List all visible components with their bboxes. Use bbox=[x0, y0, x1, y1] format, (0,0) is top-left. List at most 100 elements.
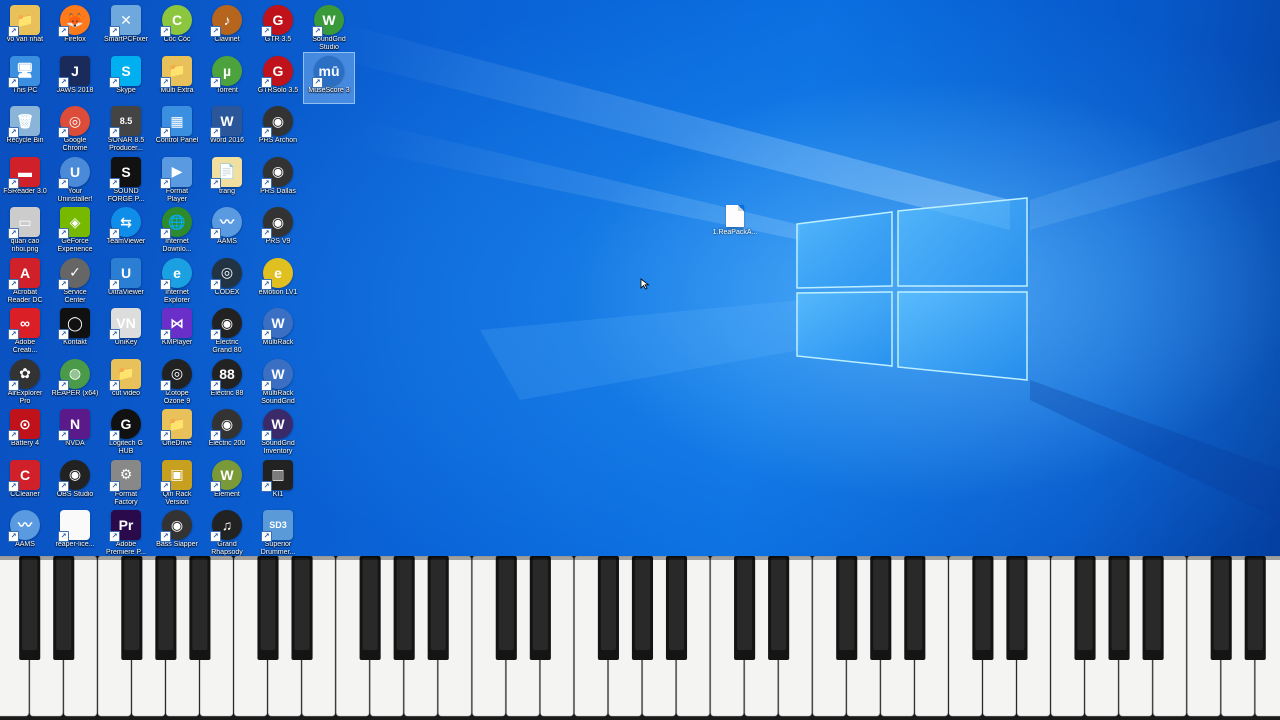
desktop-shortcut[interactable]: 📁 ↗ vo van nhat bbox=[0, 2, 50, 52]
desktop-shortcut[interactable]: ◉ ↗ PRS Dallas bbox=[253, 154, 303, 204]
shortcut-label-line2: nhoi.png bbox=[11, 246, 39, 253]
desktop-shortcut[interactable]: C ↗ Cốc Cốc bbox=[152, 2, 202, 52]
obs-icon: ◉ ↗ bbox=[58, 459, 90, 492]
desktop-shortcut[interactable]: ▦ ↗ Control Panel bbox=[152, 103, 202, 153]
desktop-shortcut[interactable]: ◍ ↗ REAPER (x64) bbox=[50, 356, 100, 406]
piano-keyboard-overlay bbox=[0, 556, 1280, 720]
desktop-shortcut[interactable]: mū ↗ MuseScore 3 bbox=[303, 51, 355, 104]
desktop-shortcut[interactable]: W ↗ MultiRack bbox=[253, 305, 303, 355]
desktop-shortcut[interactable]: W ↗ SoundGrid Studio bbox=[304, 2, 354, 52]
desktop-shortcut[interactable]: ⇆ ↗ TeamViewer bbox=[101, 204, 151, 254]
icon-glyph: 〰 bbox=[220, 214, 234, 230]
desktop-shortcut[interactable]: ◎ ↗ Google Chrome bbox=[50, 103, 100, 153]
desktop-shortcut[interactable]: U ↗ UltraViewer bbox=[101, 255, 151, 305]
icon-glyph: ◎ bbox=[220, 264, 234, 280]
piano-keys bbox=[0, 556, 1280, 717]
desktop-shortcut[interactable]: ↗ reaper-lice... bbox=[50, 507, 100, 556]
desktop-shortcut[interactable]: 88 ↗ Electric 88 bbox=[202, 356, 252, 406]
desktop-shortcut[interactable]: ⚙ ↗ Format Factory bbox=[101, 457, 151, 507]
shortcut-label-line2: Reader DC bbox=[7, 296, 43, 304]
desktop-shortcut[interactable]: N ↗ NVDA bbox=[50, 406, 100, 456]
shortcut-arrow-icon: ↗ bbox=[8, 76, 19, 88]
desktop-file-reapack[interactable]: 1.ReaPackA... bbox=[708, 205, 762, 245]
icon-glyph: SD3 bbox=[269, 520, 287, 530]
desktop-shortcut[interactable]: W ↗ MultiRack SoundGrid bbox=[253, 356, 303, 406]
desktop-shortcut[interactable]: ▭ ↗ quan cao nhoi.png bbox=[0, 204, 50, 254]
desktop-shortcut[interactable]: e ↗ Internet Explorer bbox=[152, 255, 202, 305]
desktop-shortcut[interactable]: S ↗ Skype bbox=[101, 53, 151, 103]
desktop-shortcut[interactable]: ✓ ↗ Service Center bbox=[50, 255, 100, 305]
icon-glyph: ▥ bbox=[271, 466, 285, 482]
soundforge-icon: S ↗ bbox=[109, 156, 141, 189]
desktop-shortcut[interactable]: ◉ ↗ Electric Grand 80 bbox=[202, 305, 252, 355]
desktop-shortcut[interactable]: ◉ ↗ PRS V9 bbox=[253, 204, 303, 254]
desktop-shortcut[interactable]: J ↗ JAWS 2018 bbox=[50, 53, 100, 103]
desktop-shortcut[interactable]: ▣ ↗ Qin Rack Version bbox=[152, 457, 202, 507]
format-player-icon: ▶ ↗ bbox=[160, 156, 192, 189]
shortcut-arrow-icon: ↗ bbox=[109, 531, 120, 542]
desktop-shortcut[interactable]: 🌐 ↗ Internet Downlo... bbox=[152, 204, 202, 254]
desktop-shortcut[interactable]: U ↗ Your Uninstaller! bbox=[50, 154, 100, 204]
desktop-shortcut[interactable]: W ↗ SoundGrid Inventory bbox=[253, 406, 303, 456]
desktop-shortcut[interactable]: SD3 ↗ Superior Drummer... bbox=[253, 507, 303, 556]
desktop-shortcut[interactable]: ◉ ↗ Bass Slapper bbox=[152, 507, 202, 556]
desktop-shortcut[interactable]: A ↗ Acrobat Reader DC bbox=[0, 255, 50, 305]
desktop-shortcut[interactable]: ⋈ ↗ KMPlayer bbox=[152, 305, 202, 355]
desktop-shortcut[interactable]: ▥ ↗ KI1 bbox=[253, 457, 303, 507]
desktop-shortcut[interactable]: 📁 ↗ Multi Extra bbox=[152, 53, 202, 103]
icon-glyph: ✓ bbox=[69, 264, 81, 280]
shortcut-label: OneDrive bbox=[162, 440, 192, 447]
desktop-shortcut[interactable]: 🖥 ↗ This PC bbox=[0, 53, 50, 103]
desktop-shortcut[interactable]: ▬ ↗ FSReader 3.0 bbox=[0, 154, 50, 204]
desktop-shortcut[interactable]: ♪ ↗ Clavinet bbox=[202, 2, 252, 52]
desktop-shortcut[interactable]: ◉ ↗ PRS Archon bbox=[253, 103, 303, 153]
desktop-shortcut[interactable]: ∞ ↗ Adobe Creati... bbox=[0, 305, 50, 355]
desktop-shortcut[interactable]: 📁 ↗ OneDrive bbox=[152, 406, 202, 456]
desktop-shortcut[interactable]: C ↗ CCleaner bbox=[0, 457, 50, 507]
icon-glyph: ◎ bbox=[68, 112, 82, 129]
shortcut-label: GTR 3.5 bbox=[264, 36, 292, 43]
desktop-shortcut[interactable]: ✕ ↗ SmartPCFixer bbox=[101, 2, 151, 52]
gtr-icon: G ↗ bbox=[261, 5, 293, 37]
desktop-shortcut[interactable]: ▶ ↗ Format Player bbox=[152, 154, 202, 204]
desktop-shortcut[interactable]: G ↗ GTR 3.5 bbox=[253, 2, 303, 52]
desktop-shortcut[interactable]: 〰 ↗ AAMS bbox=[202, 204, 252, 254]
desktop-shortcut[interactable]: ◈ ↗ GeForce Experience bbox=[50, 204, 100, 254]
desktop-shortcut[interactable]: W ↗ Element bbox=[202, 457, 252, 507]
desktop-shortcut[interactable]: G ↗ GTRSolo 3.5 bbox=[253, 53, 303, 103]
desktop-shortcut[interactable]: ◎ ↗ iZotope Ozone 9 bbox=[152, 356, 202, 406]
desktop-shortcut[interactable]: 〰 ↗ AAMS bbox=[0, 507, 50, 556]
desktop-shortcut[interactable]: S ↗ SOUND FORGE P... bbox=[101, 154, 151, 204]
desktop-shortcut[interactable]: 🗑 ↗ Recycle Bin bbox=[0, 103, 50, 153]
creative-cloud-icon: ∞ ↗ bbox=[8, 308, 40, 340]
icon-glyph: N bbox=[69, 416, 81, 432]
desktop-shortcut[interactable]: Pr ↗ Adobe Premiere P... bbox=[101, 507, 151, 556]
desktop-shortcut[interactable]: ◉ ↗ OBS Studio bbox=[50, 457, 100, 507]
desktop-shortcut[interactable]: ♫ ↗ Grand Rhapsody bbox=[202, 507, 252, 556]
icon-glyph: ♪ bbox=[223, 12, 231, 28]
desktop-shortcut[interactable]: ✿ ↗ AirExplorer Pro bbox=[0, 356, 50, 406]
desktop-shortcut[interactable]: 🦊 ↗ Firefox bbox=[50, 2, 100, 52]
shortcut-arrow-icon: ↗ bbox=[8, 531, 19, 542]
shortcut-label: This PC bbox=[12, 86, 38, 94]
desktop-shortcut[interactable]: G ↗ Logitech G HUB bbox=[101, 406, 151, 456]
desktop-shortcut[interactable]: ⊙ ↗ Battery 4 bbox=[0, 406, 50, 456]
desktop-shortcut[interactable]: 📄 ↗ trang bbox=[202, 154, 252, 204]
desktop-shortcut[interactable]: e ↗ eMotion LV1 bbox=[253, 255, 303, 305]
desktop-shortcut[interactable]: VN ↗ UniKey bbox=[101, 305, 151, 355]
shortcut-label: Acrobat bbox=[12, 288, 38, 296]
icon-glyph: ▬ bbox=[18, 163, 32, 180]
desktop-shortcut[interactable]: ◯ ↗ Kontakt bbox=[50, 305, 100, 355]
shortcut-label: Your bbox=[67, 187, 83, 195]
desktop[interactable]: 📁 ↗ vo van nhat 🖥 ↗ This PC 🗑 ↗ Recycle Bin ▬ ↗ FSR… bbox=[0, 0, 1280, 556]
shortcut-label-line2: Grand 80 bbox=[212, 347, 242, 354]
desktop-shortcut[interactable]: W ↗ Word 2016 bbox=[202, 103, 252, 153]
icon-glyph: ▭ bbox=[18, 213, 32, 230]
shortcut-label: AirExplorer bbox=[7, 389, 43, 397]
desktop-shortcut[interactable]: 8.5 ↗ SONAR 8.5 Producer... bbox=[101, 103, 151, 153]
desktop-shortcut[interactable]: µ ↗ Torrent bbox=[202, 53, 252, 103]
desktop-shortcut[interactable]: ◎ ↗ CODEX bbox=[202, 255, 252, 305]
desktop-shortcut[interactable]: 📁 ↗ cut video bbox=[101, 356, 151, 406]
shortcut-arrow-icon: ↗ bbox=[160, 480, 171, 492]
desktop-shortcut[interactable]: ◉ ↗ Electric 200 bbox=[202, 406, 252, 456]
